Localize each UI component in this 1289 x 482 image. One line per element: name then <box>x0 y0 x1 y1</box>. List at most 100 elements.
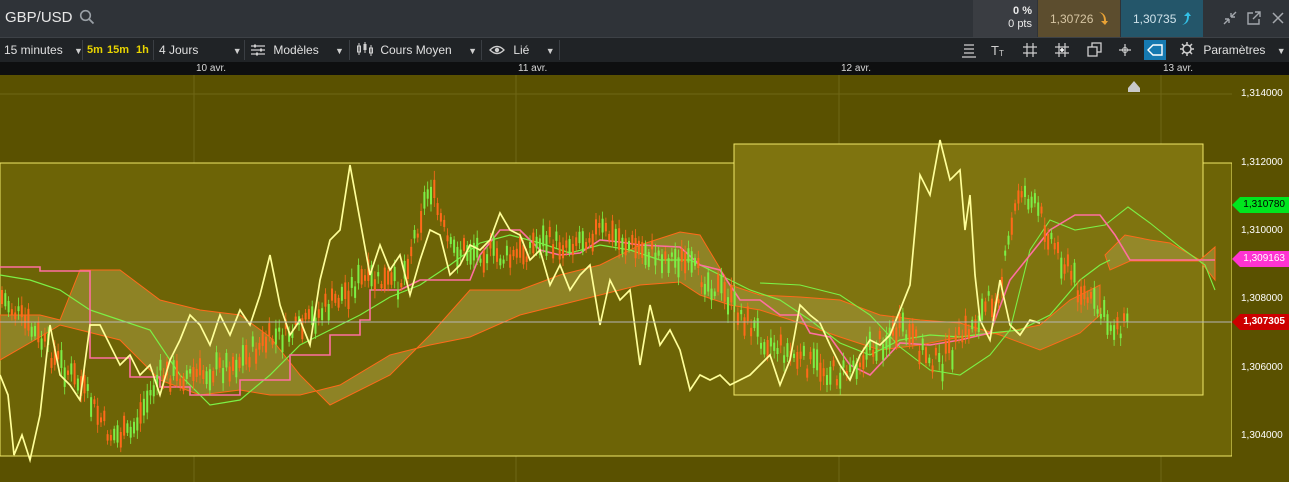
candle-body <box>152 385 155 397</box>
shrink-icon[interactable] <box>1220 8 1240 28</box>
candle-body <box>776 348 779 354</box>
candle-body <box>248 357 251 368</box>
quick-interval-1h[interactable]: 1h <box>136 38 149 62</box>
candle-body <box>1004 250 1007 256</box>
candle-body <box>1113 325 1116 340</box>
candle-body <box>779 334 782 346</box>
candle-body <box>816 349 819 371</box>
candle-body <box>931 365 934 373</box>
candle-body <box>1099 313 1102 319</box>
chevron-down-icon: ▼ <box>545 46 555 56</box>
candle-body <box>1123 313 1125 322</box>
candle-body <box>951 350 954 370</box>
candle-body <box>509 254 512 268</box>
candle-body <box>1086 297 1089 303</box>
price-tick: 1,312000 <box>1241 157 1283 168</box>
candle-body <box>769 337 772 347</box>
candle-body <box>562 245 564 259</box>
candle-body <box>918 350 921 365</box>
crosshair-grid-icon[interactable] <box>1051 40 1073 60</box>
candle-body <box>337 297 340 308</box>
candle-body <box>212 370 215 383</box>
quick-interval-15m[interactable]: 15m <box>107 38 129 62</box>
candle-body <box>1 289 3 305</box>
candle-body <box>123 415 126 436</box>
quick-interval-5m[interactable]: 5m <box>87 38 103 62</box>
candle-body <box>654 252 657 266</box>
close-icon[interactable] <box>1268 8 1288 28</box>
candle-body <box>727 297 729 315</box>
candle-body <box>1020 191 1023 198</box>
candle-body <box>406 258 409 280</box>
cursor-icon[interactable] <box>1114 40 1136 60</box>
candle-body <box>4 293 7 307</box>
candle-body <box>278 327 281 332</box>
layers-icon[interactable] <box>958 40 980 60</box>
candle-body <box>373 279 376 291</box>
candle-body <box>205 371 208 385</box>
divider <box>349 40 350 60</box>
candle-body <box>631 234 634 246</box>
candle-body <box>103 410 106 422</box>
candle-body <box>126 423 129 433</box>
interval-dropdown[interactable]: 15 minutes ▼ <box>4 38 83 62</box>
candle-body <box>1057 242 1059 254</box>
popout-icon[interactable] <box>1244 8 1264 28</box>
candle-body <box>713 291 716 297</box>
arrow-up-icon <box>1182 12 1191 25</box>
candle-body <box>251 336 254 347</box>
tag-icon[interactable] <box>1144 40 1166 60</box>
candle-body <box>96 405 99 425</box>
models-dropdown[interactable]: Modèles ▼ <box>251 38 344 62</box>
candle-body <box>799 351 802 359</box>
copy-icon[interactable] <box>1083 40 1105 60</box>
range-dropdown[interactable]: 4 Jours ▼ <box>159 38 242 62</box>
candle-body <box>878 331 881 339</box>
svg-text:T: T <box>999 49 1004 58</box>
candle-body <box>723 282 726 302</box>
divider <box>153 40 154 60</box>
eye-icon <box>489 45 505 55</box>
candle-body <box>70 363 73 375</box>
candle-body <box>984 301 987 312</box>
candle-body <box>1093 288 1096 309</box>
instrument-header: GBP/USD 0 % 0 pts 1,30726 1,30735 <box>0 0 1289 37</box>
text-icon[interactable]: T T <box>988 40 1010 60</box>
buy-button[interactable]: 1,30735 <box>1121 0 1203 37</box>
candle-body <box>925 347 927 364</box>
grid-icon[interactable] <box>1019 40 1041 60</box>
candle-body <box>410 246 413 257</box>
candle-body <box>317 309 320 318</box>
candle-body <box>439 213 442 222</box>
settings-button[interactable]: Paramètres ▼ <box>1180 38 1286 62</box>
candle-body <box>30 326 33 337</box>
candle-body <box>786 343 789 357</box>
zoom-rectangle[interactable] <box>733 143 1204 396</box>
candle-body <box>347 290 350 310</box>
candle-body <box>997 299 1000 304</box>
candle-body <box>486 254 489 264</box>
candle-body <box>463 238 465 251</box>
price-type-dropdown[interactable]: Cours Moyen ▼ <box>356 38 477 62</box>
link-dropdown[interactable]: Lié ▼ <box>489 38 555 62</box>
price-chart[interactable] <box>0 75 1232 482</box>
candle-body <box>449 237 452 245</box>
candle-body <box>1033 193 1036 204</box>
candle-body <box>703 283 706 295</box>
instrument-symbol[interactable]: GBP/USD <box>5 9 73 26</box>
candle-body <box>1070 270 1073 280</box>
pink-line-price-tag: 1,309163 <box>1232 251 1289 267</box>
candle-body <box>34 325 36 337</box>
candle-body <box>928 357 931 364</box>
candle-body <box>344 282 347 300</box>
search-icon[interactable] <box>79 9 95 25</box>
interval-label: 15 minutes <box>4 43 63 57</box>
candle-body <box>63 367 66 387</box>
sell-button[interactable]: 1,30726 <box>1038 0 1120 37</box>
candle-body <box>433 179 436 199</box>
candle-body <box>525 256 528 263</box>
candle-body <box>921 338 924 351</box>
candle-body <box>172 360 175 376</box>
candle-body <box>991 298 993 318</box>
candle-body <box>644 244 647 265</box>
